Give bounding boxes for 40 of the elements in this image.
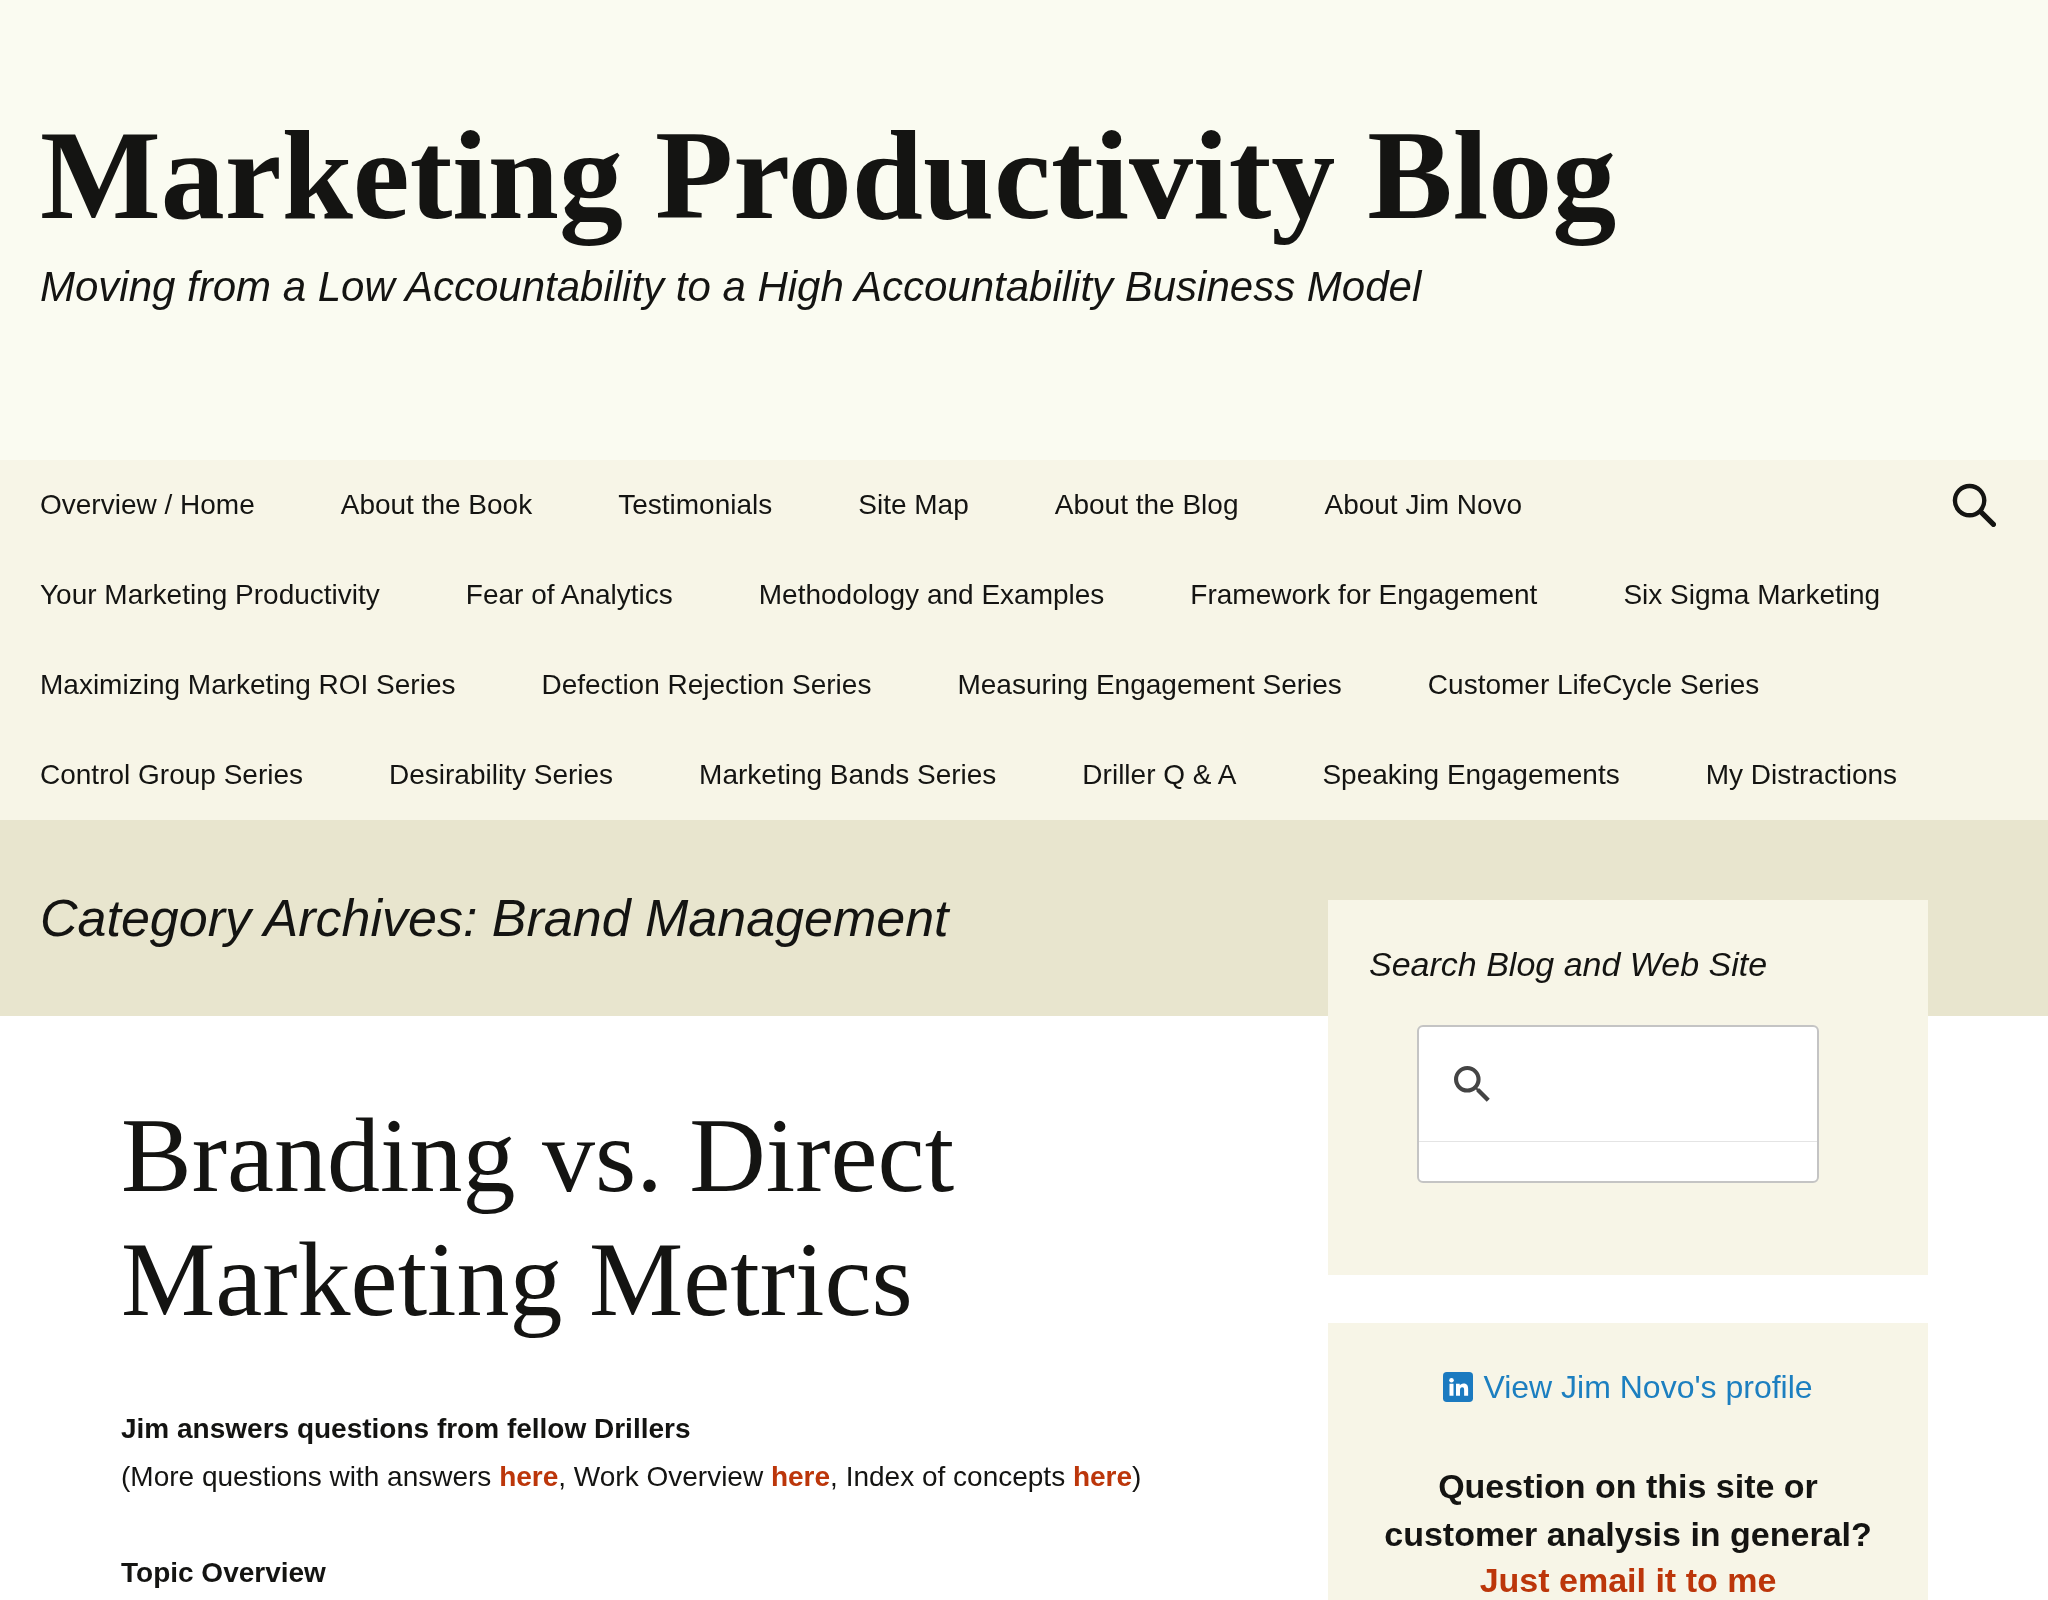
question-text: Question on this site or customer analysis in general? (1383, 1466, 1873, 1555)
here-link[interactable]: here (770, 1461, 831, 1492)
nav-link[interactable]: Your Marketing Productivity (40, 577, 380, 613)
lead-text: Jim answers questions from fellow Drillers (121, 1412, 691, 1446)
nav-link[interactable]: Marketing Bands Series (699, 757, 997, 793)
nav-link[interactable]: Driller Q & A (1082, 757, 1237, 793)
profile-link[interactable]: View Jim Novo's profile (1443, 1363, 1813, 1411)
nav-link[interactable]: My Distractions (1705, 757, 1898, 793)
site-title: Marketing Productivity Blog (40, 105, 1617, 246)
nav-link[interactable]: Control Group Series (40, 757, 303, 793)
nav-link[interactable]: Overview / Home (40, 487, 255, 523)
search-icon (1952, 483, 1996, 527)
nav-link[interactable]: Measuring Engagement Series (957, 667, 1342, 703)
nav-link[interactable]: Testimonials (618, 487, 773, 523)
here-link[interactable]: here (499, 1461, 559, 1492)
search-field[interactable] (1417, 1025, 1819, 1183)
archive-title: Category Archives: Brand Management (40, 888, 949, 949)
nav-link[interactable]: Framework for Engagement (1190, 577, 1538, 613)
intro-paragraph: (More questions with answers here, Work Overview here, Index of concepts here) (121, 1460, 1142, 1494)
nav-link[interactable]: Maximizing Marketing ROI Series (40, 667, 456, 703)
nav-link[interactable]: Fear of Analytics (465, 577, 673, 613)
linkedin-icon (1443, 1372, 1474, 1402)
site-tagline: Moving from a Low Accountability to a High Accountability Business Model (40, 263, 1422, 311)
nav-link[interactable]: Site Map (858, 487, 969, 523)
search-button[interactable] (1952, 483, 1996, 527)
search-icon (1454, 1066, 1490, 1102)
nav-link[interactable]: Six Sigma Marketing (1623, 577, 1881, 613)
post-title: Branding vs. Direct Marketing Metrics (121, 1096, 956, 1340)
here-link[interactable]: here (1072, 1461, 1133, 1492)
widget-title: Search Blog and Web Site (1369, 944, 1768, 985)
nav-link[interactable]: About Jim Novo (1324, 487, 1523, 523)
nav-link[interactable]: About the Book (340, 487, 533, 523)
nav-link[interactable]: Speaking Engagements (1322, 757, 1620, 793)
nav-link[interactable]: Desirability Series (389, 757, 614, 793)
nav-link[interactable]: About the Blog (1054, 487, 1239, 523)
nav-link[interactable]: Customer LifeCycle Series (1427, 667, 1760, 703)
nav-link[interactable]: Methodology and Examples (758, 577, 1105, 613)
section-heading: Topic Overview (121, 1556, 326, 1590)
nav-link[interactable]: Defection Rejection Series (541, 667, 872, 703)
email-link[interactable]: Just email it to me (1479, 1561, 1777, 1599)
